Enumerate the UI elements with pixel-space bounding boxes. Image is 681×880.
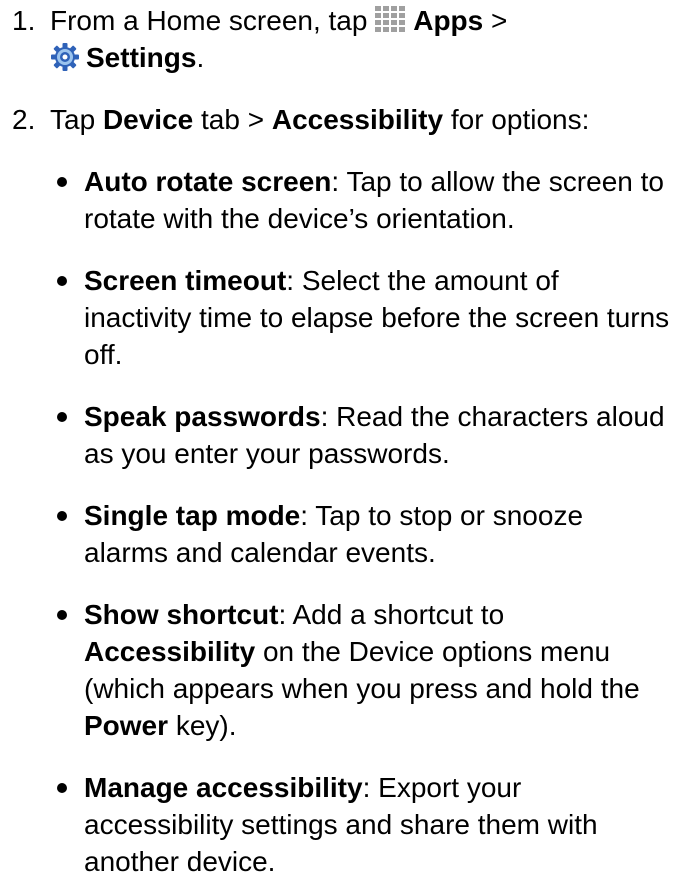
option-power-bold: Power	[84, 710, 169, 741]
step-2-suffix: for options:	[450, 104, 590, 135]
option-manage-accessibility: Manage accessibility: Export your access…	[0, 769, 681, 880]
step-1-separator: >	[491, 5, 508, 36]
option-title: Auto rotate screen	[84, 166, 332, 197]
step-number: 1.	[12, 5, 36, 36]
device-tab-label: Device	[102, 104, 194, 135]
settings-label: Settings	[86, 42, 197, 73]
step-2: 2. Tap Device tab > Accessibility for op…	[0, 101, 681, 138]
settings-gear-icon	[50, 42, 80, 72]
option-accessibility-bold: Accessibility	[84, 636, 256, 667]
option-description-part1: : Add a shortcut to	[278, 599, 505, 630]
option-title: Screen timeout	[84, 265, 287, 296]
bullet-icon	[57, 610, 67, 620]
accessibility-options-list: Auto rotate screen: Tap to allow the scr…	[0, 163, 681, 880]
step-1: 1. From a Home screen, tap Apps > Settin…	[0, 2, 681, 76]
bullet-icon	[57, 412, 67, 422]
option-single-tap-mode: Single tap mode: Tap to stop or snooze a…	[0, 497, 681, 571]
option-screen-timeout: Screen timeout: Select the amount of ina…	[0, 262, 681, 373]
option-title: Show shortcut	[84, 599, 279, 630]
bullet-icon	[57, 511, 67, 521]
bullet-icon	[57, 276, 67, 286]
step-1-suffix: .	[196, 42, 205, 73]
option-description-part3: key).	[175, 710, 237, 741]
option-title: Single tap mode	[84, 500, 301, 531]
accessibility-label: Accessibility	[271, 104, 444, 135]
step-1-text-prefix: From a Home screen, tap	[50, 5, 368, 36]
option-title: Manage accessibility	[84, 772, 363, 803]
step-2-text-middle: tab >	[201, 104, 265, 135]
bullet-icon	[57, 177, 67, 187]
option-title: Speak passwords	[84, 401, 321, 432]
step-number: 2.	[12, 104, 36, 135]
bullet-icon	[57, 783, 67, 793]
option-auto-rotate-screen: Auto rotate screen: Tap to allow the scr…	[0, 163, 681, 237]
apps-grid-icon	[375, 5, 407, 34]
option-speak-passwords: Speak passwords: Read the characters alo…	[0, 398, 681, 472]
instructions-document: 1. From a Home screen, tap Apps > Settin…	[0, 2, 681, 880]
option-show-shortcut: Show shortcut: Add a shortcut to Accessi…	[0, 596, 681, 744]
step-2-text-prefix: Tap	[50, 104, 96, 135]
apps-label: Apps	[413, 5, 484, 36]
